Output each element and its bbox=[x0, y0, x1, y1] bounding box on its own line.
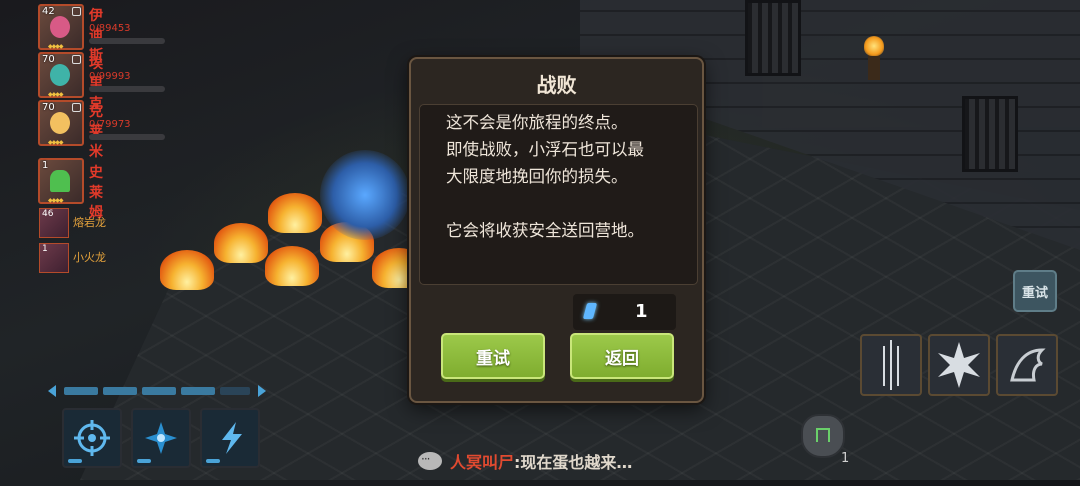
return-button[interactable]: 返回 bbox=[570, 333, 674, 379]
hp-bar bbox=[89, 38, 165, 44]
member-hp: 0/99993 bbox=[89, 71, 131, 82]
member-portrait: 42 ◆◆◆◆ bbox=[38, 4, 84, 50]
iron-gate bbox=[745, 0, 801, 76]
chat-ticker[interactable]: 人冥叫尸 :现在蛋也越来… bbox=[418, 448, 632, 474]
member-portrait: 1 ◆◆◆◆ bbox=[38, 158, 84, 204]
light-beam-icon bbox=[883, 340, 899, 390]
member-level: 42 bbox=[42, 6, 55, 17]
pet-name: 熔岩龙 bbox=[73, 216, 106, 229]
member-hp: 0/89453 bbox=[89, 23, 131, 34]
star-rating-icon: ◆◆◆◆ bbox=[48, 91, 64, 98]
member-portrait: 70 ◆◆◆◆ bbox=[38, 52, 84, 98]
lock-icon bbox=[72, 7, 81, 16]
skill-button[interactable] bbox=[131, 408, 191, 468]
skill-button[interactable] bbox=[200, 408, 260, 468]
skill-button[interactable] bbox=[928, 334, 990, 396]
reward-display: 1 bbox=[573, 294, 676, 330]
skill-button[interactable] bbox=[996, 334, 1058, 396]
iron-gate bbox=[962, 96, 1018, 172]
energy-segment bbox=[220, 387, 250, 395]
chat-message: :现在蛋也越来… bbox=[514, 453, 633, 472]
star-rating-icon: ◆◆◆◆ bbox=[48, 43, 64, 50]
fire-effect bbox=[160, 250, 214, 290]
lightning-icon bbox=[222, 422, 242, 454]
fire-effect bbox=[265, 246, 319, 286]
pet-portrait: 46 bbox=[39, 208, 69, 238]
rune-stone-icon[interactable] bbox=[801, 414, 845, 458]
pet-level: 1 bbox=[42, 244, 48, 254]
hp-bar bbox=[89, 134, 165, 140]
dialog-message: 这不会是你旅程的终点。 即使战败，小浮石也可以最 大限度地挽回你的损失。 它会将… bbox=[419, 104, 698, 285]
lock-icon bbox=[72, 55, 81, 64]
chat-bubble-icon bbox=[418, 452, 442, 470]
fire-effect bbox=[268, 193, 322, 233]
star-rating-icon: ◆◆◆◆ bbox=[48, 197, 64, 204]
star-rating-icon: ◆◆◆◆ bbox=[48, 139, 64, 146]
skill-button[interactable] bbox=[860, 334, 922, 396]
crosshair-icon bbox=[74, 420, 110, 456]
retry-button[interactable]: 重试 bbox=[441, 333, 545, 379]
member-level: 1 bbox=[42, 160, 49, 171]
character-face bbox=[50, 64, 70, 86]
rune-count: 1 bbox=[841, 451, 850, 466]
member-hp: 0/79973 bbox=[89, 119, 131, 130]
member-level: 70 bbox=[42, 102, 55, 113]
wall-torch bbox=[864, 36, 884, 80]
arrow-left-icon bbox=[48, 385, 56, 397]
message-line: 即使战败，小浮石也可以最 bbox=[446, 140, 644, 159]
member-portrait: 70 ◆◆◆◆ bbox=[38, 100, 84, 146]
skill-button[interactable] bbox=[62, 408, 122, 468]
arrow-right-icon bbox=[258, 385, 266, 397]
fire-effect bbox=[214, 223, 268, 263]
hp-bar bbox=[89, 86, 165, 92]
hero-character bbox=[320, 150, 410, 240]
energy-segment bbox=[103, 387, 137, 395]
cooldown-indicator bbox=[68, 459, 82, 463]
energy-segment bbox=[64, 387, 98, 395]
reward-count: 1 bbox=[635, 301, 648, 322]
pet-portrait: 1 bbox=[39, 243, 69, 273]
pet-level: 46 bbox=[42, 209, 54, 219]
member-name: 史莱姆 bbox=[89, 165, 103, 221]
member-level: 70 bbox=[42, 54, 55, 65]
character-face bbox=[50, 112, 70, 134]
message-line: 它会将收获安全送回营地。 bbox=[446, 221, 644, 240]
message-line: 这不会是你旅程的终点。 bbox=[446, 113, 628, 132]
cooldown-indicator bbox=[206, 459, 220, 463]
character-face bbox=[50, 170, 70, 192]
dialog-title: 战败 bbox=[536, 73, 577, 97]
retry-side-button[interactable]: 重试 bbox=[1013, 270, 1057, 312]
lock-icon bbox=[72, 103, 81, 112]
wolf-spirit-icon bbox=[1010, 348, 1046, 382]
character-face bbox=[50, 16, 70, 38]
cooldown-indicator bbox=[137, 459, 151, 463]
chat-speaker: 人冥叫尸 bbox=[450, 453, 515, 472]
sparkle-icon bbox=[145, 422, 177, 454]
message-line: 大限度地挽回你的损失。 bbox=[446, 167, 628, 186]
member-name: 克莱米 bbox=[89, 104, 103, 160]
energy-bar bbox=[48, 383, 268, 399]
crystal-icon bbox=[582, 303, 598, 319]
energy-segment bbox=[142, 387, 176, 395]
pet-name: 小火龙 bbox=[73, 251, 106, 264]
energy-segment bbox=[181, 387, 215, 395]
burst-icon bbox=[938, 342, 980, 388]
defeat-dialog: 战败 这不会是你旅程的终点。 即使战败，小浮石也可以最 大限度地挽回你的损失。 … bbox=[409, 57, 704, 403]
